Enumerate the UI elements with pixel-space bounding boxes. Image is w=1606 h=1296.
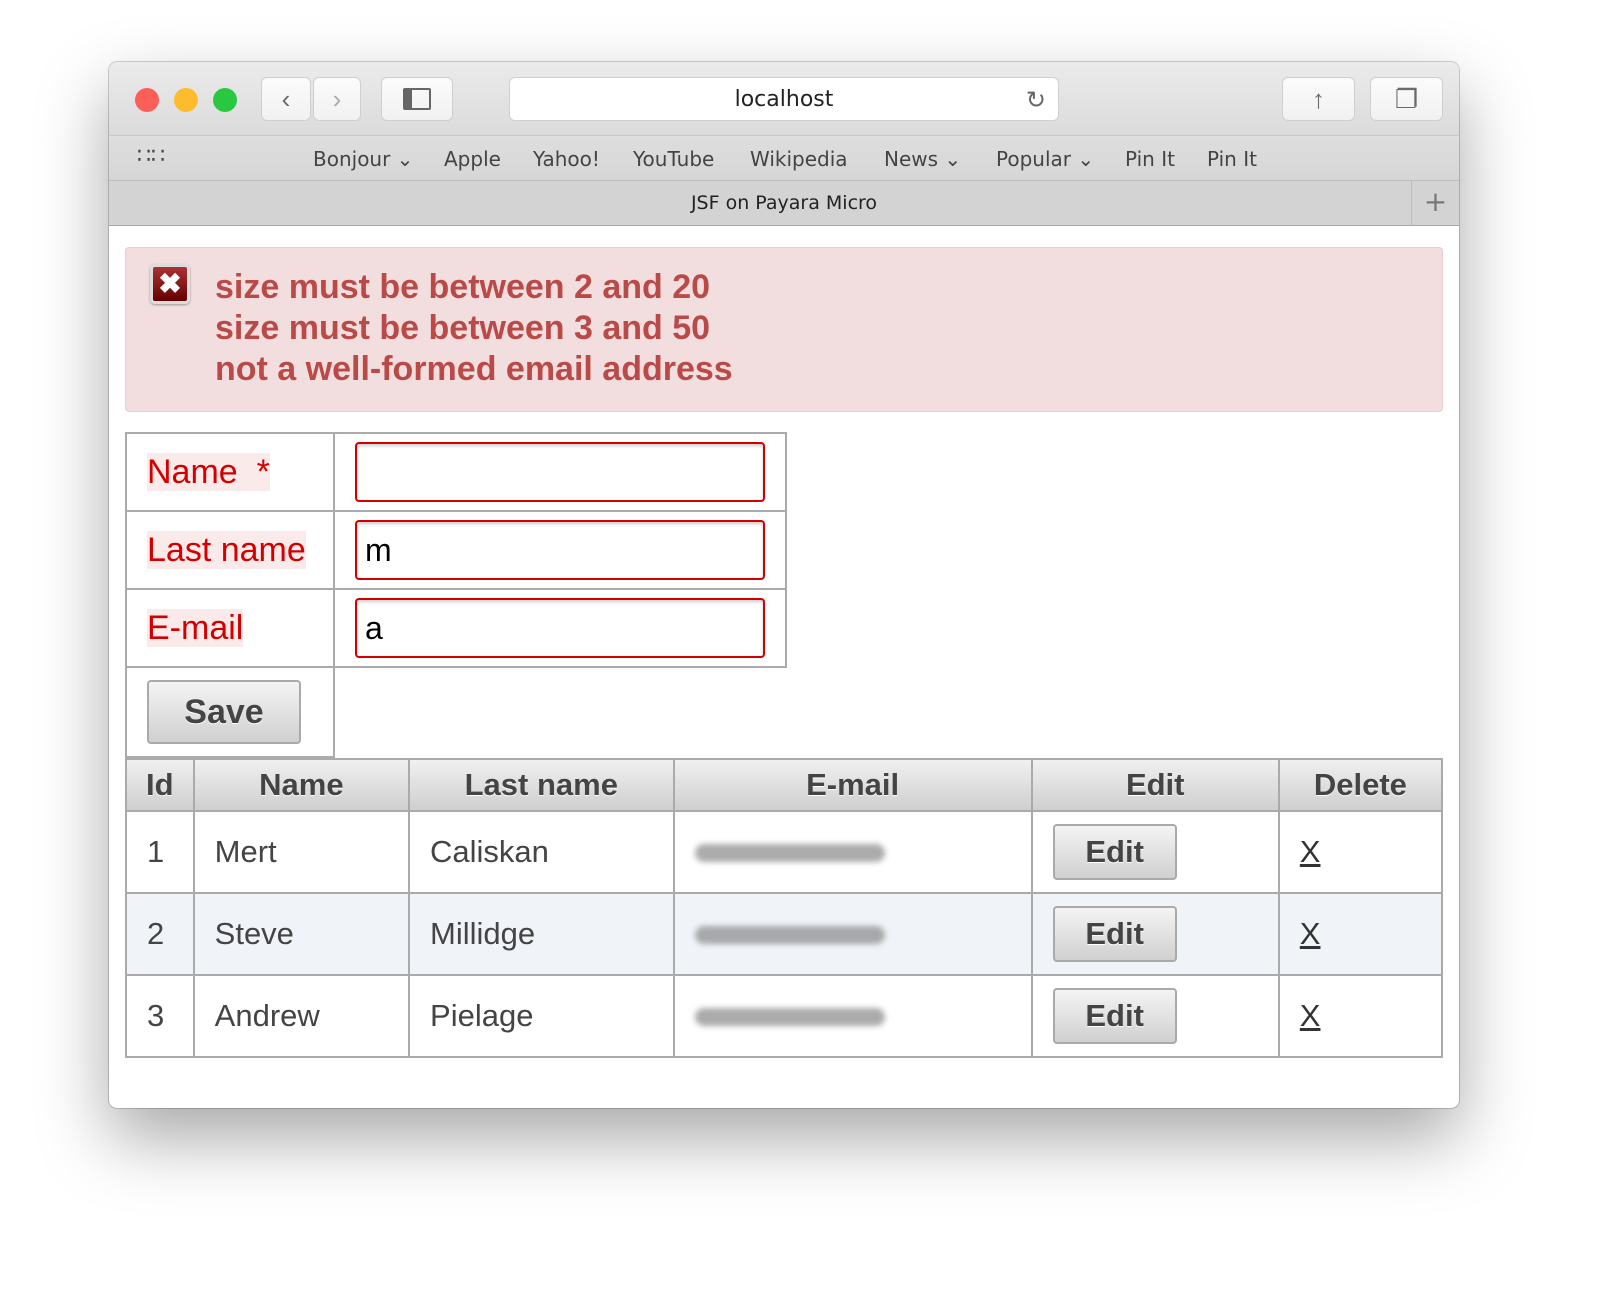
cell-name: Andrew (192, 974, 411, 1058)
cell-id: 2 (125, 892, 195, 976)
column-header-delete: Delete (1277, 758, 1444, 812)
table-row: 3 Andrew Pielage Edit X (125, 974, 1444, 1058)
error-message: size must be between 3 and 50 (215, 309, 711, 347)
bookmarks-bar: ∷∷ Bonjour ⌄ Apple Yahoo! YouTube Wikipe… (109, 136, 1459, 181)
url-text: localhost (734, 87, 834, 112)
bookmark-popular[interactable]: Popular ⌄ (996, 147, 1094, 171)
address-bar[interactable]: localhost ↻ (509, 77, 1059, 121)
tab-title: JSF on Payara Micro (690, 192, 878, 214)
cell-lastname: Millidge (408, 892, 675, 976)
delete-link[interactable]: X (1300, 916, 1321, 951)
bookmark-youtube[interactable]: YouTube (633, 147, 714, 171)
sidebar-button[interactable] (381, 77, 453, 121)
grid-icon[interactable]: ∷∷ (137, 144, 165, 169)
chevron-right-icon: › (332, 83, 342, 114)
share-icon: ↑ (1312, 83, 1325, 114)
users-table: Id Name Last name E-mail Edit Delete 1 M… (125, 758, 1444, 1058)
chevron-left-icon: ‹ (281, 83, 291, 114)
cell-lastname: Pielage (408, 974, 675, 1058)
tab-active[interactable]: JSF on Payara Micro + (109, 181, 1459, 226)
reload-icon[interactable]: ↻ (1026, 78, 1046, 122)
lastname-label: Last name (147, 530, 306, 569)
edit-button[interactable]: Edit (1052, 988, 1177, 1044)
delete-link[interactable]: X (1300, 834, 1321, 869)
column-header-name: Name (192, 758, 411, 812)
cell-name: Mert (192, 810, 411, 894)
browser-window: ‹ › localhost ↻ ↑ ❐ ∷∷ Bonjour ⌄ Apple Ya… (109, 62, 1459, 1108)
column-header-lastname: Last name (408, 758, 675, 812)
lastname-input[interactable] (355, 520, 765, 580)
bookmark-news[interactable]: News ⌄ (884, 147, 961, 171)
delete-link[interactable]: X (1300, 998, 1321, 1033)
column-header-edit: Edit (1030, 758, 1280, 812)
forward-button[interactable]: › (313, 77, 361, 121)
email-label: E-mail (147, 608, 244, 647)
close-window-button[interactable] (135, 88, 159, 112)
cell-id: 1 (125, 810, 195, 894)
tabs-overview-button[interactable]: ❐ (1370, 77, 1443, 121)
cell-name: Steve (192, 892, 411, 976)
error-messages: ✖ size must be between 2 and 20 size mus… (125, 247, 1443, 412)
cell-email-redacted (672, 810, 1033, 894)
sidebar-icon (403, 88, 431, 110)
bookmark-wikipedia[interactable]: Wikipedia (750, 147, 848, 171)
table-row: 1 Mert Caliskan Edit X (125, 810, 1444, 894)
edit-button[interactable]: Edit (1052, 906, 1177, 962)
maximize-window-button[interactable] (213, 88, 237, 112)
bookmark-pinit-2[interactable]: Pin It (1207, 147, 1257, 171)
bookmark-apple[interactable]: Apple (444, 147, 501, 171)
error-message: size must be between 2 and 20 (215, 268, 711, 306)
column-header-id: Id (125, 758, 195, 812)
cell-email-redacted (672, 974, 1033, 1058)
user-form: Name * Last name E-mail Save (125, 432, 787, 758)
error-message: not a well-formed email address (215, 350, 733, 388)
bookmark-yahoo[interactable]: Yahoo! (533, 147, 600, 171)
name-label: Name * (147, 452, 270, 491)
tabs-icon: ❐ (1394, 83, 1419, 114)
new-tab-button[interactable]: + (1411, 181, 1459, 225)
share-button[interactable]: ↑ (1282, 77, 1355, 121)
save-button[interactable]: Save (147, 680, 301, 744)
page-content: ✖ size must be between 2 and 20 size mus… (109, 227, 1459, 1108)
cell-email-redacted (672, 892, 1033, 976)
cell-id: 3 (125, 974, 195, 1058)
cell-lastname: Caliskan (408, 810, 675, 894)
error-icon: ✖ (150, 264, 190, 304)
browser-toolbar: ‹ › localhost ↻ ↑ ❐ (109, 62, 1459, 136)
edit-button[interactable]: Edit (1052, 824, 1177, 880)
table-row: 2 Steve Millidge Edit X (125, 892, 1444, 976)
email-input[interactable] (355, 598, 765, 658)
minimize-window-button[interactable] (174, 88, 198, 112)
bookmark-bonjour[interactable]: Bonjour ⌄ (313, 147, 413, 171)
column-header-email: E-mail (672, 758, 1033, 812)
name-input[interactable] (355, 442, 765, 502)
back-button[interactable]: ‹ (261, 77, 311, 121)
bookmark-pinit-1[interactable]: Pin It (1125, 147, 1175, 171)
